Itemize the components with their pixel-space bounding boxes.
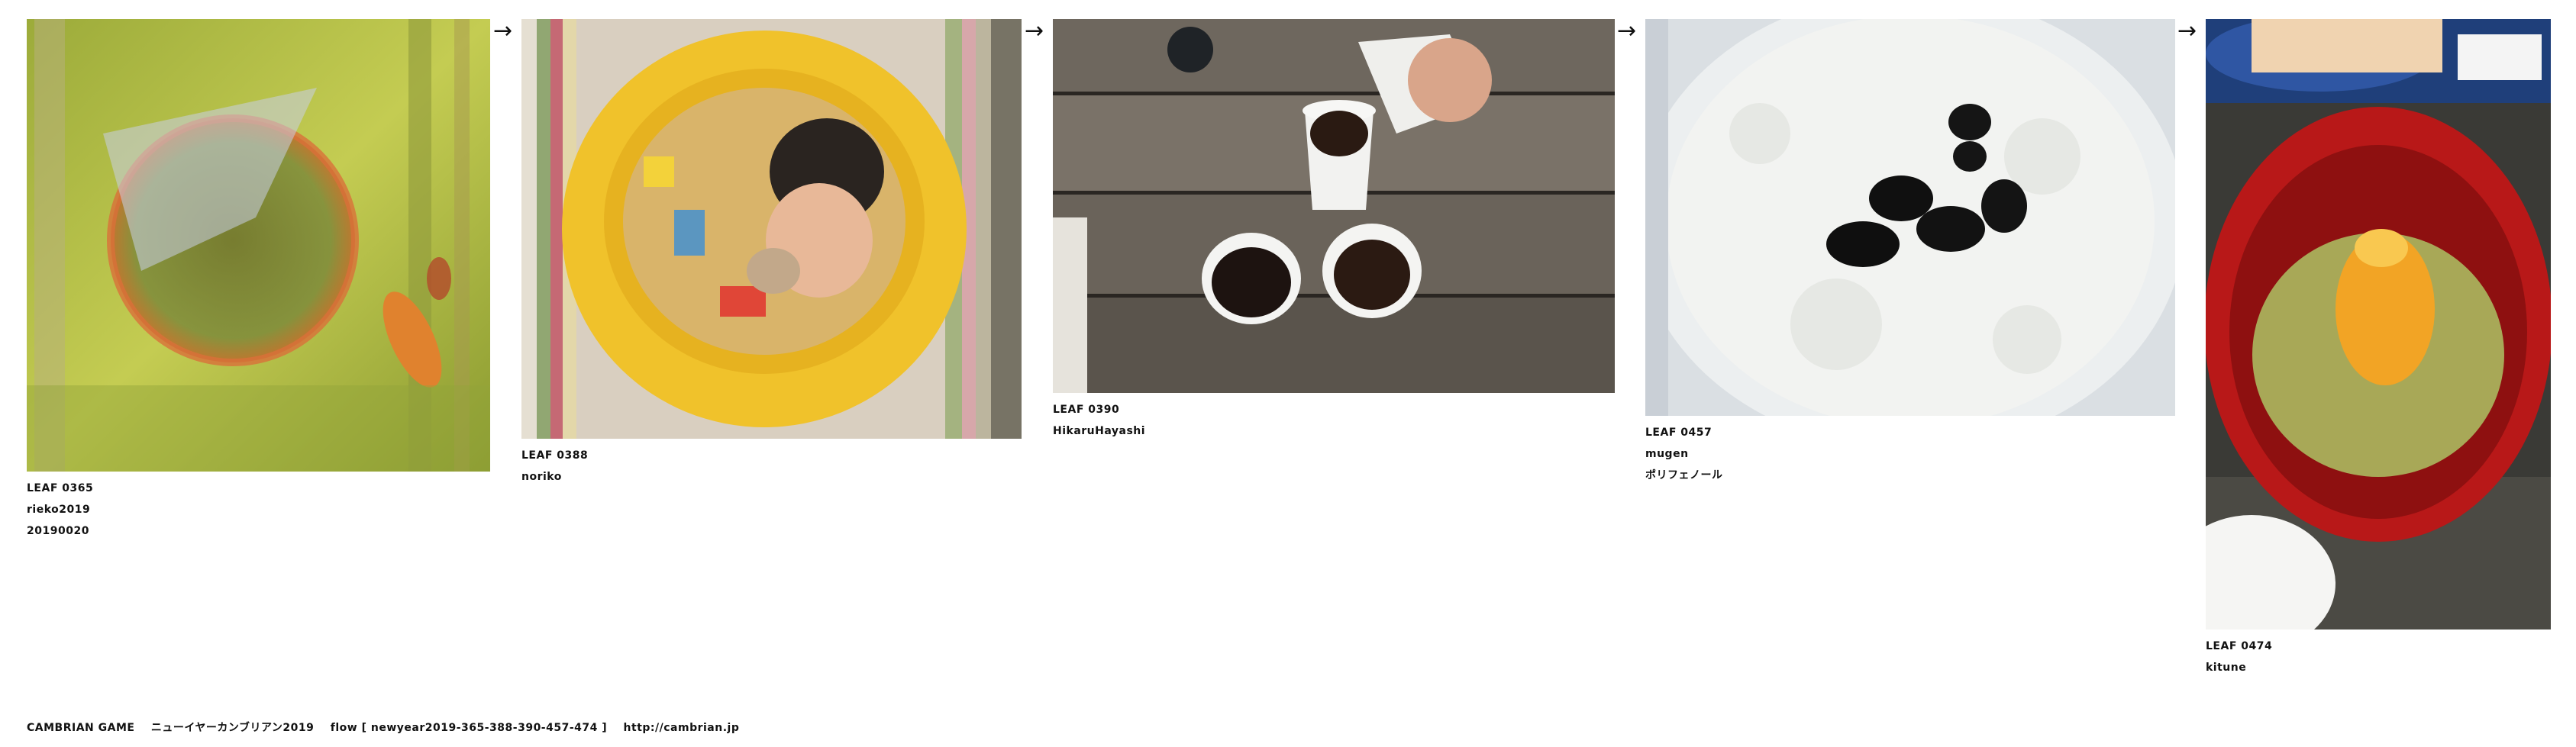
footer-title[interactable]: ニューイヤーカンブリアン2019: [151, 722, 315, 734]
leaf-card-0388: LEAF 0388 noriko: [521, 19, 1022, 488]
leaf-id[interactable]: LEAF 0390: [1053, 399, 1615, 420]
footer-flow: flow [ newyear2019-365-388-390-457-474 ]: [330, 722, 608, 734]
coffee-cups-image: [1053, 19, 1615, 393]
leaf-photo-0474[interactable]: [2206, 19, 2551, 629]
flow-arrow-icon: →: [493, 18, 513, 44]
pond-collage-image: [27, 19, 490, 472]
flow-arrow-icon: →: [1617, 18, 1637, 44]
footer-label[interactable]: CAMBRIAN GAME: [27, 722, 134, 734]
leaf-card-0390: LEAF 0390 HikaruHayashi: [1053, 19, 1615, 442]
leaf-caption-0390: LEAF 0390 HikaruHayashi: [1053, 399, 1615, 442]
page-footer: CAMBRIAN GAME ニューイヤーカンブリアン2019 flow [ ne…: [27, 720, 751, 735]
leaf-author[interactable]: kitune: [2206, 657, 2551, 678]
rice-porridge-image: [1645, 19, 2175, 416]
footer-url-link[interactable]: http://cambrian.jp: [624, 722, 740, 734]
leaf-card-0457: LEAF 0457 mugen ポリフェノール: [1645, 19, 2175, 486]
flow-arrow-icon: →: [1025, 18, 1044, 44]
leaf-photo-0365[interactable]: [27, 19, 490, 472]
leaf-photo-0390[interactable]: [1053, 19, 1615, 393]
baby-in-pool-image: [521, 19, 1022, 439]
leaf-id[interactable]: LEAF 0457: [1645, 422, 2175, 443]
leaf-photo-0388[interactable]: [521, 19, 1022, 439]
leaf-extra: ポリフェノール: [1645, 469, 1723, 481]
leaf-id[interactable]: LEAF 0388: [521, 445, 1022, 466]
leaf-author[interactable]: rieko2019: [27, 499, 490, 520]
red-bowl-food-image: [2206, 19, 2551, 629]
flow-arrow-icon: →: [2177, 18, 2197, 44]
leaf-extra: 20190020: [27, 525, 89, 537]
leaf-caption-0457: LEAF 0457 mugen ポリフェノール: [1645, 422, 2175, 486]
flow-page: LEAF 0365 rieko2019 20190020 → LEAF 0388…: [0, 0, 2576, 747]
leaf-author[interactable]: HikaruHayashi: [1053, 420, 1615, 442]
leaf-author[interactable]: mugen: [1645, 443, 2175, 465]
leaf-author[interactable]: noriko: [521, 466, 1022, 488]
leaf-caption-0365: LEAF 0365 rieko2019 20190020: [27, 478, 490, 542]
leaf-card-0474: LEAF 0474 kitune: [2206, 19, 2551, 678]
leaf-card-0365: LEAF 0365 rieko2019 20190020: [27, 19, 490, 542]
leaf-id[interactable]: LEAF 0365: [27, 478, 490, 499]
leaf-id[interactable]: LEAF 0474: [2206, 636, 2551, 657]
leaf-caption-0474: LEAF 0474 kitune: [2206, 636, 2551, 678]
leaf-caption-0388: LEAF 0388 noriko: [521, 445, 1022, 488]
leaf-photo-0457[interactable]: [1645, 19, 2175, 416]
